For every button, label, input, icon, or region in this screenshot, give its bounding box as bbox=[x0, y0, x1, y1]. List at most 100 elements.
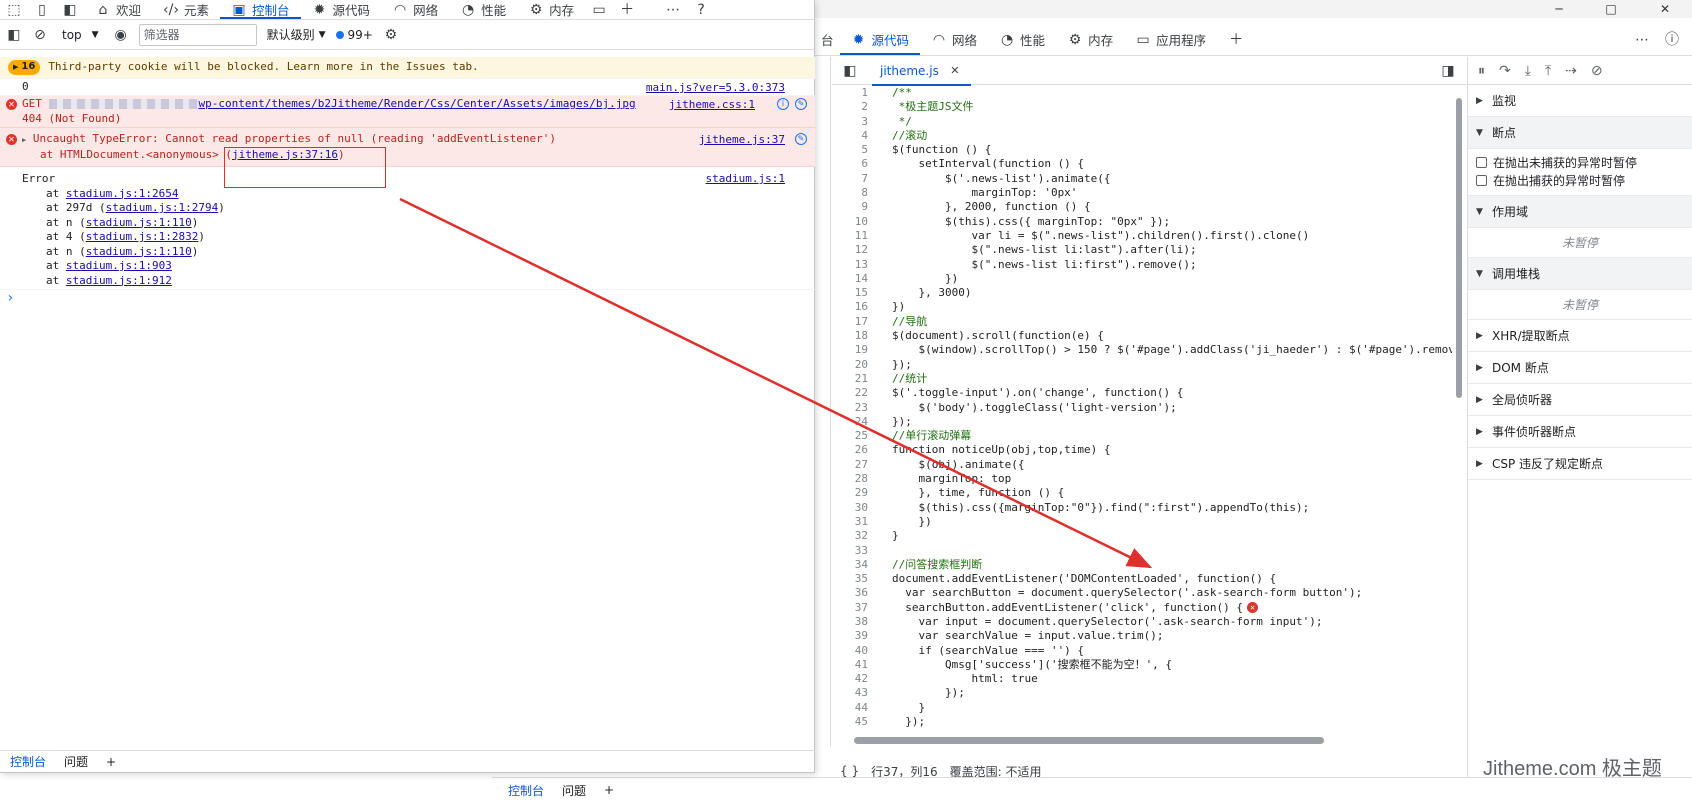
tab-console-partial[interactable]: 台 bbox=[815, 24, 840, 55]
tab-network[interactable]: ◠ 网络 bbox=[381, 0, 449, 19]
tab-sources[interactable]: ✹ 源代码 bbox=[301, 0, 382, 19]
line-number[interactable]: 4 bbox=[832, 129, 868, 143]
section-call-stack[interactable]: ▼ 调用堆栈 bbox=[1468, 258, 1692, 290]
line-number[interactable]: 37 bbox=[832, 601, 868, 615]
filter-input[interactable] bbox=[138, 23, 257, 46]
line-number[interactable]: 38 bbox=[832, 615, 868, 629]
line-number[interactable]: 40 bbox=[832, 644, 868, 658]
line-number[interactable]: 6 bbox=[832, 157, 868, 171]
line-number[interactable]: 13 bbox=[832, 258, 868, 272]
line-number[interactable]: 10 bbox=[832, 215, 868, 229]
step-over-icon[interactable]: ↷ bbox=[1499, 63, 1511, 79]
gear-icon[interactable]: ⚙ bbox=[383, 27, 399, 43]
code-line[interactable]: 45 }); bbox=[832, 715, 1452, 729]
line-number[interactable]: 9 bbox=[832, 200, 868, 214]
add-tab-button[interactable]: ＋ bbox=[613, 0, 641, 19]
pause-caught-checkbox[interactable]: 在抛出捕获的异常时暂停 bbox=[1468, 171, 1692, 189]
section-scope[interactable]: ▼ 作用域 bbox=[1468, 196, 1692, 228]
stack-link[interactable]: stadium.js:1:2794 bbox=[106, 201, 219, 214]
line-number[interactable]: 32 bbox=[832, 529, 868, 543]
code-line[interactable]: 34 //问答搜索框判断 bbox=[832, 558, 1452, 572]
line-number[interactable]: 14 bbox=[832, 272, 868, 286]
code-line[interactable]: 27 $(obj).animate({ bbox=[832, 458, 1452, 472]
line-number[interactable]: 19 bbox=[832, 343, 868, 357]
sidebar-toggle-icon[interactable]: ◧ bbox=[6, 27, 22, 43]
source-link[interactable]: stadium.js:1 bbox=[706, 172, 785, 187]
drawer-tab-console[interactable]: 控制台 bbox=[10, 753, 46, 770]
checkbox[interactable] bbox=[1476, 174, 1487, 186]
dock-toggle-button[interactable]: ◧ bbox=[56, 0, 84, 19]
toggle-debugger-icon[interactable]: ◨ bbox=[1440, 63, 1456, 79]
code-line[interactable]: 42 html: true bbox=[832, 672, 1452, 686]
tab-application[interactable]: ▭ 应用程序 bbox=[1124, 24, 1217, 55]
code-line[interactable]: 37 searchButton.addEventListener('click'… bbox=[832, 601, 1452, 615]
pause-uncaught-checkbox[interactable]: 在抛出未捕获的异常时暂停 bbox=[1468, 153, 1692, 171]
line-number[interactable]: 42 bbox=[832, 672, 868, 686]
code-line[interactable]: 21 //统计 bbox=[832, 372, 1452, 386]
code-line[interactable]: 35 document.addEventListener('DOMContentL… bbox=[832, 572, 1452, 586]
line-number[interactable]: 41 bbox=[832, 658, 868, 672]
horizontal-scrollbar[interactable] bbox=[832, 733, 1466, 747]
issues-counter[interactable]: 99+ bbox=[335, 28, 373, 42]
line-number[interactable]: 36 bbox=[832, 586, 868, 600]
code-line[interactable]: 29 }, time, function () { bbox=[832, 486, 1452, 500]
tab-console[interactable]: ▣ 控制台 bbox=[220, 0, 301, 19]
section-global-listeners[interactable]: ▶ 全局侦听器 bbox=[1468, 384, 1692, 416]
code-line[interactable]: 2 *极主题JS文件 bbox=[832, 100, 1452, 114]
tab-memory[interactable]: ⚙ 内存 bbox=[517, 0, 585, 19]
help-button[interactable]: ? bbox=[687, 0, 715, 19]
section-dom-breakpoints[interactable]: ▶ DOM 断点 bbox=[1468, 352, 1692, 384]
code-line[interactable]: 7 $('.news-list').animate({ bbox=[832, 172, 1452, 186]
section-watch[interactable]: ▶ 监视 bbox=[1468, 85, 1692, 117]
line-number[interactable]: 34 bbox=[832, 558, 868, 572]
line-number[interactable]: 29 bbox=[832, 486, 868, 500]
line-number[interactable]: 15 bbox=[832, 286, 868, 300]
line-number[interactable]: 21 bbox=[832, 372, 868, 386]
line-number[interactable]: 39 bbox=[832, 629, 868, 643]
line-number[interactable]: 31 bbox=[832, 515, 868, 529]
drawer-tab-console[interactable]: 控制台 bbox=[508, 782, 544, 799]
code-line[interactable]: 19 $(window).scrollTop() > 150 ? $('#pag… bbox=[832, 343, 1452, 357]
code-editor[interactable]: 1/** 2 *极主题JS文件 3 */4//滚动 5 $(function () {6… bbox=[832, 86, 1452, 732]
line-number[interactable]: 27 bbox=[832, 458, 868, 472]
tab-welcome[interactable]: ⌂ 欢迎 bbox=[84, 0, 152, 19]
line-number[interactable]: 1 bbox=[832, 86, 868, 100]
step-out-icon[interactable]: ⤒ bbox=[1545, 63, 1551, 79]
line-number[interactable]: 8 bbox=[832, 186, 868, 200]
code-line[interactable]: 18 $(document).scroll(function(e) { bbox=[832, 329, 1452, 343]
code-line[interactable]: 36 var searchButton = document.querySele… bbox=[832, 586, 1452, 600]
line-number[interactable]: 20 bbox=[832, 358, 868, 372]
vertical-scrollbar[interactable] bbox=[1454, 86, 1464, 732]
code-line[interactable]: 12 $(".news-list li:last").after(li); bbox=[832, 243, 1452, 257]
tab-elements[interactable]: ‹/› 元素 bbox=[152, 0, 220, 19]
line-number[interactable]: 28 bbox=[832, 472, 868, 486]
source-link[interactable]: jitheme.css:1 bbox=[669, 98, 755, 113]
code-line[interactable]: 10 $(this).css({ marginTop: "0px" }); bbox=[832, 215, 1452, 229]
inspect-element-button[interactable]: ⬚ bbox=[0, 0, 28, 19]
section-csp-breakpoints[interactable]: ▶ CSP 违反了规定断点 bbox=[1468, 448, 1692, 480]
code-line[interactable]: 3 */ bbox=[832, 115, 1452, 129]
code-line[interactable]: 39 var searchValue = input.value.trim(); bbox=[832, 629, 1452, 643]
line-number[interactable]: 3 bbox=[832, 115, 868, 129]
code-line[interactable]: 14 }) bbox=[832, 272, 1452, 286]
line-number[interactable]: 11 bbox=[832, 229, 868, 243]
deactivate-breakpoints-icon[interactable]: ⊘ bbox=[1591, 63, 1603, 79]
line-number[interactable]: 26 bbox=[832, 443, 868, 457]
tab-network[interactable]: ◠ 网络 bbox=[920, 24, 988, 55]
tab-sources[interactable]: ✹ 源代码 bbox=[839, 24, 921, 55]
code-line[interactable]: 9 }, 2000, function () { bbox=[832, 200, 1452, 214]
code-line[interactable]: 11 var li = $(".news-list").children().f… bbox=[832, 229, 1452, 243]
copilot-icon[interactable]: ✎ bbox=[795, 98, 807, 110]
eye-icon[interactable]: ◉ bbox=[113, 27, 129, 43]
line-number[interactable]: 5 bbox=[832, 143, 868, 157]
stack-link[interactable]: stadium.js:1:110 bbox=[86, 216, 192, 229]
scrollbar-thumb[interactable] bbox=[1456, 98, 1462, 398]
pause-icon[interactable]: ⏸ bbox=[1478, 63, 1485, 79]
tab-performance[interactable]: ◔ 性能 bbox=[449, 0, 517, 19]
stack-link[interactable]: stadium.js:1:2832 bbox=[86, 230, 199, 243]
line-number[interactable]: 12 bbox=[832, 243, 868, 257]
drawer-add-button[interactable]: + bbox=[604, 783, 614, 797]
code-line[interactable]: 32} bbox=[832, 529, 1452, 543]
step-into-icon[interactable]: ⤓ bbox=[1525, 63, 1531, 79]
line-number[interactable]: 7 bbox=[832, 172, 868, 186]
